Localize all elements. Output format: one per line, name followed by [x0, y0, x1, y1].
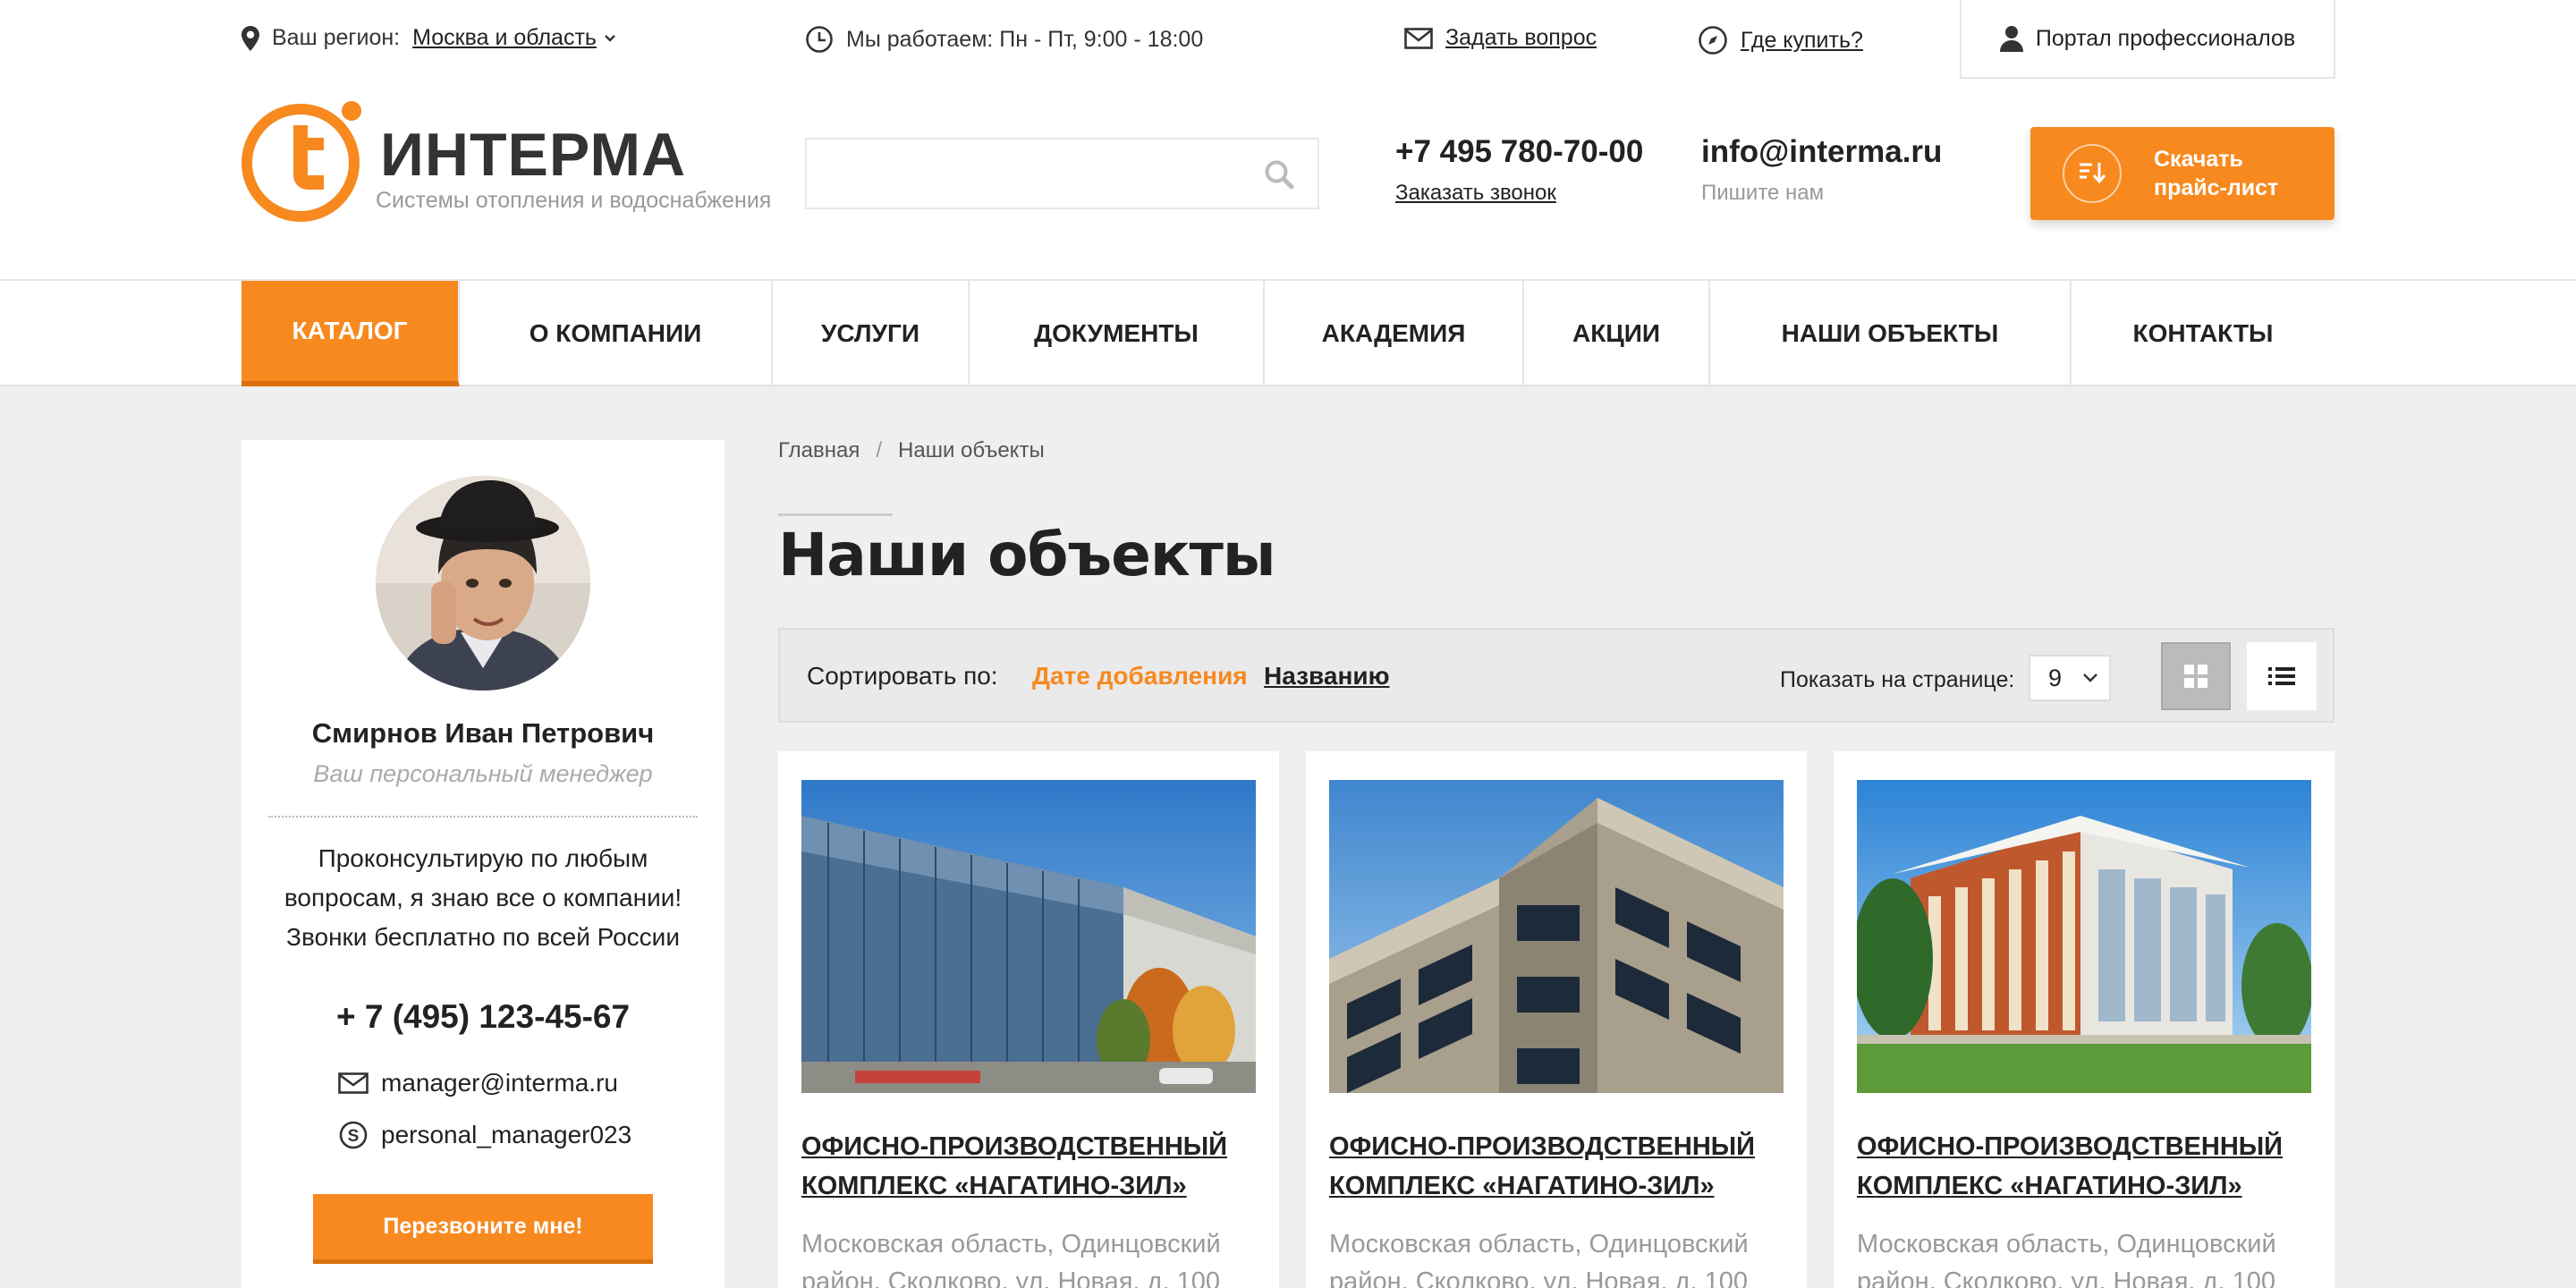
ask-question-text[interactable]: Задать вопрос	[1445, 25, 1597, 51]
chevron-down-icon	[605, 34, 615, 42]
sort-label: Сортировать по:	[807, 662, 998, 690]
breadcrumb-home[interactable]: Главная	[778, 438, 860, 462]
price-button-line2: прайс-лист	[2154, 175, 2279, 200]
skype-icon: S	[339, 1121, 368, 1149]
callback-link[interactable]: Заказать звонок	[1395, 181, 1643, 206]
ask-question-link[interactable]: Задать вопрос	[1404, 25, 1597, 51]
region-value[interactable]: Москва и область	[412, 25, 597, 51]
user-icon	[1999, 26, 2023, 52]
email-block: info@interma.ru Пишите нам	[1701, 134, 1942, 206]
site-logo[interactable]: ИНТЕРМА Системы отопления и водоснабжени…	[242, 98, 778, 224]
manager-phone[interactable]: + 7 (495) 123-45-67	[242, 998, 724, 1036]
phone-block: +7 495 780-70-00 Заказать звонок	[1395, 134, 1643, 206]
manager-description: Проконсультирую по любым вопросам, я зна…	[268, 839, 698, 957]
breadcrumb: Главная / Наши объекты	[778, 438, 1045, 463]
sort-by-name[interactable]: Названию	[1264, 662, 1390, 691]
svg-text:S: S	[348, 1127, 360, 1146]
nav-item-academy[interactable]: АКАДЕМИЯ	[1265, 281, 1524, 386]
sort-by-date[interactable]: Дате добавления	[1032, 662, 1248, 691]
search-icon[interactable]	[1264, 159, 1294, 190]
location-pin-icon	[242, 25, 259, 51]
download-sort-icon	[2063, 144, 2122, 203]
object-photo[interactable]	[801, 780, 1256, 1093]
page-title: Наши объекты	[778, 521, 1276, 589]
envelope-icon	[338, 1072, 369, 1094]
manager-description-line: Звонки бесплатно по всей России	[286, 923, 680, 951]
manager-skype[interactable]: personal_manager023	[381, 1121, 631, 1149]
nav-item-documents[interactable]: ДОКУМЕНТЫ	[970, 281, 1265, 386]
chevron-down-icon	[2083, 674, 2097, 682]
company-email[interactable]: info@interma.ru	[1701, 134, 1942, 170]
manager-description-line: Проконсультирую по любым	[318, 844, 648, 872]
main-navigation: КАТАЛОГ О КОМПАНИИ УСЛУГИ ДОКУМЕНТЫ АКАД…	[0, 279, 2576, 386]
grid-icon	[2184, 665, 2207, 688]
region-label: Ваш регион:	[272, 25, 401, 50]
manager-avatar	[376, 476, 590, 691]
object-card[interactable]: Офисно-производственный комплекс «Нагати…	[778, 751, 1279, 1288]
top-bar: Ваш регион: Москва и область Мы работаем…	[242, 0, 2335, 79]
manager-email[interactable]: manager@interma.ru	[381, 1069, 618, 1097]
region-selector[interactable]: Ваш регион: Москва и область	[242, 25, 616, 51]
breadcrumb-separator: /	[876, 438, 883, 462]
envelope-icon	[1404, 27, 1433, 49]
object-address: Московская область, Одинцовский район, С…	[1857, 1230, 2276, 1288]
object-title[interactable]: Офисно-производственный комплекс «Нагати…	[1857, 1127, 2311, 1206]
sort-toolbar: Сортировать по: Дате добавления Названию…	[778, 628, 2334, 723]
professional-portal-button[interactable]: Портал профессионалов	[1960, 0, 2335, 79]
search-input[interactable]	[825, 152, 1236, 195]
object-address: Московская область, Одинцовский район, С…	[1329, 1230, 1749, 1288]
clock-icon	[806, 26, 833, 53]
list-icon	[2268, 667, 2295, 685]
search-box[interactable]	[805, 138, 1319, 209]
manager-role: Ваш персональный менеджер	[313, 760, 653, 787]
compass-icon	[1699, 26, 1727, 55]
object-photo[interactable]	[1857, 780, 2311, 1093]
list-view-toggle[interactable]	[2247, 642, 2317, 710]
grid-view-toggle[interactable]	[2161, 642, 2231, 710]
object-title[interactable]: Офисно-производственный комплекс «Нагати…	[801, 1127, 1256, 1206]
hours-text: Мы работаем: Пн - Пт, 9:00 - 18:00	[846, 26, 1204, 52]
price-button-line1: Скачать	[2154, 147, 2243, 172]
personal-manager-card: Смирнов Иван Петрович Ваш персональный м…	[242, 440, 724, 1288]
per-page-select[interactable]: 9	[2029, 655, 2111, 701]
company-phone[interactable]: +7 495 780-70-00	[1395, 134, 1643, 170]
where-to-buy-text[interactable]: Где купить?	[1741, 28, 1863, 54]
nav-item-contacts[interactable]: КОНТАКТЫ	[2072, 281, 2334, 386]
download-price-button[interactable]: Скачать прайс-лист	[2030, 127, 2334, 220]
logo-name: ИНТЕРМА	[380, 121, 687, 189]
per-page-value: 9	[2048, 664, 2063, 691]
portal-label: Портал профессионалов	[2035, 25, 2296, 51]
nav-item-promotions[interactable]: АКЦИИ	[1524, 281, 1710, 386]
per-page-label: Показать на странице:	[1780, 667, 2015, 692]
manager-email-row[interactable]: manager@interma.ru	[338, 1069, 618, 1097]
divider	[268, 816, 698, 818]
object-address: Московская область, Одинцовский район, С…	[801, 1230, 1221, 1288]
working-hours: Мы работаем: Пн - Пт, 9:00 - 18:00	[805, 25, 1203, 54]
site-header: Ваш регион: Москва и область Мы работаем…	[0, 0, 2576, 279]
logo-mark-icon	[242, 101, 361, 222]
nav-item-our-objects[interactable]: НАШИ ОБЪЕКТЫ	[1710, 281, 2072, 386]
manager-name: Смирнов Иван Петрович	[311, 717, 655, 749]
call-me-back-button[interactable]: Перезвоните мне!	[313, 1194, 653, 1264]
nav-item-about[interactable]: О КОМПАНИИ	[460, 281, 773, 386]
logo-tagline: Системы отопления и водоснабжения	[376, 188, 772, 213]
email-subtitle: Пишите нам	[1701, 181, 1825, 205]
manager-skype-row[interactable]: S personal_manager023	[338, 1120, 631, 1150]
breadcrumb-current: Наши объекты	[898, 438, 1045, 462]
object-title[interactable]: Офисно-производственный комплекс «Нагати…	[1329, 1127, 1784, 1206]
nav-item-catalog[interactable]: КАТАЛОГ	[242, 281, 460, 386]
object-photo[interactable]	[1329, 780, 1784, 1093]
where-to-buy-link[interactable]: Где купить?	[1698, 25, 1863, 55]
title-decoration	[778, 513, 893, 516]
object-card[interactable]: Офисно-производственный комплекс «Нагати…	[1306, 751, 1807, 1288]
manager-description-line: вопросам, я знаю все о компании!	[284, 884, 682, 911]
object-card[interactable]: Офисно-производственный комплекс «Нагати…	[1834, 751, 2334, 1288]
nav-item-services[interactable]: УСЛУГИ	[773, 281, 970, 386]
